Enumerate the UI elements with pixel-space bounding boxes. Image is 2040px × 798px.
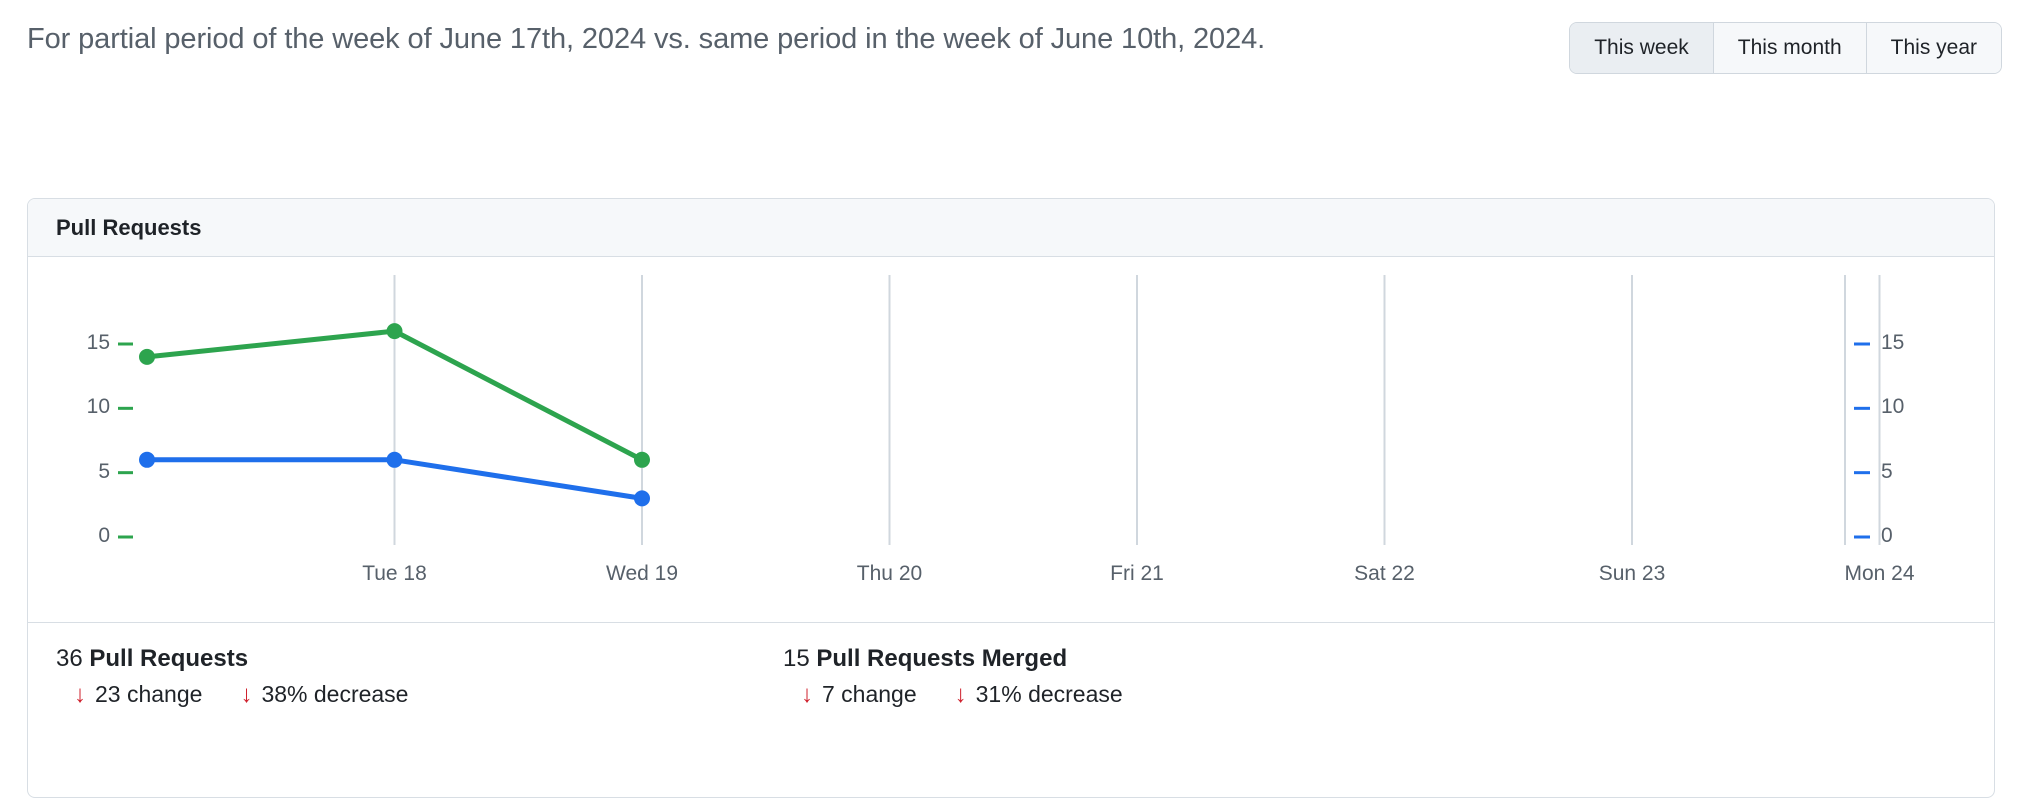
stat-change-text: 7 change <box>822 681 917 708</box>
stat-change: ↓ 23 change <box>74 681 202 708</box>
x-axis-tick-label: Thu 20 <box>857 562 922 586</box>
stat-heading: 36 Pull Requests <box>56 645 408 673</box>
stat-pull-requests-merged: 15 Pull Requests Merged ↓ 7 change ↓ 31%… <box>783 645 1123 708</box>
y-axis-left-tick-label: 5 <box>48 460 110 484</box>
stat-details: ↓ 23 change ↓ 38% decrease <box>56 681 408 708</box>
time-range-this-month-button[interactable]: This month <box>1714 23 1867 73</box>
stat-value: 36 <box>56 645 83 672</box>
y-axis-left-tick-label: 0 <box>48 524 110 548</box>
arrow-down-icon: ↓ <box>240 683 252 707</box>
x-axis-tick-label: Mon 24 <box>1844 562 1914 586</box>
stat-percent: ↓ 38% decrease <box>240 681 408 708</box>
x-axis-tick-label: Tue 18 <box>362 562 427 586</box>
card-header: Pull Requests <box>28 199 1994 257</box>
stat-percent-text: 31% decrease <box>976 681 1123 708</box>
page-header: For partial period of the week of June 1… <box>0 0 2040 150</box>
stat-percent: ↓ 31% decrease <box>955 681 1123 708</box>
arrow-down-icon: ↓ <box>955 683 967 707</box>
time-range-selector[interactable]: This week This month This year <box>1569 22 2002 74</box>
stat-change-text: 23 change <box>95 681 202 708</box>
stat-label: Pull Requests <box>89 645 248 672</box>
stat-pull-requests: 36 Pull Requests ↓ 23 change ↓ 38% decre… <box>56 645 408 708</box>
time-range-this-year-button[interactable]: This year <box>1867 23 2001 73</box>
card-footer: 36 Pull Requests ↓ 23 change ↓ 38% decre… <box>28 622 1994 798</box>
stat-heading: 15 Pull Requests Merged <box>783 645 1123 673</box>
card-title: Pull Requests <box>56 215 201 241</box>
y-axis-right-tick-label: 5 <box>1881 460 1893 484</box>
y-axis-right-tick-label: 0 <box>1881 524 1893 548</box>
stat-percent-text: 38% decrease <box>261 681 408 708</box>
y-axis-left-tick-label: 10 <box>48 395 110 419</box>
stat-value: 15 <box>783 645 810 672</box>
arrow-down-icon: ↓ <box>801 683 813 707</box>
x-axis-tick-label: Sat 22 <box>1354 562 1415 586</box>
stat-details: ↓ 7 change ↓ 31% decrease <box>783 681 1123 708</box>
x-axis-tick-label: Fri 21 <box>1110 562 1164 586</box>
y-axis-left-tick-label: 15 <box>48 331 110 355</box>
y-axis-right-tick-label: 10 <box>1881 395 1904 419</box>
stat-label: Pull Requests Merged <box>816 645 1067 672</box>
pull-requests-card: Pull Requests 15 10 5 0 15 10 5 0 Tue 18 Wed 19 Th… <box>27 198 1995 798</box>
period-description: For partial period of the week of June 1… <box>27 12 1447 66</box>
arrow-down-icon: ↓ <box>74 683 86 707</box>
y-axis-right-tick-label: 15 <box>1881 331 1904 355</box>
x-axis-tick-label: Wed 19 <box>606 562 678 586</box>
pull-requests-chart: 15 10 5 0 15 10 5 0 Tue 18 Wed 19 Thu 20 Fri 21 Sat … <box>28 257 1994 622</box>
chart-canvas <box>28 257 1994 622</box>
x-axis-tick-label: Sun 23 <box>1599 562 1666 586</box>
time-range-this-week-button[interactable]: This week <box>1570 23 1714 73</box>
stat-change: ↓ 7 change <box>801 681 917 708</box>
